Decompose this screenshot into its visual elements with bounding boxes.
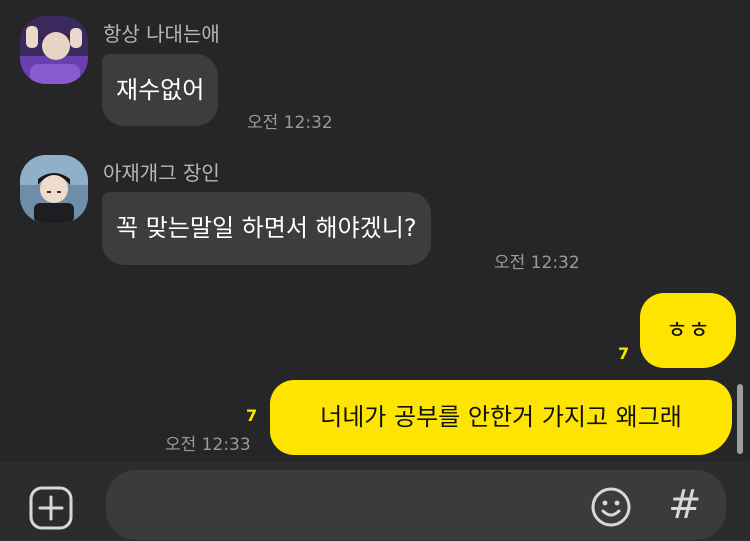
sender-name: 항상 나대는애	[103, 22, 220, 46]
message-bubble[interactable]: 재수없어	[102, 54, 219, 126]
my-message-bubble[interactable]: 너네가 공부를 안한거 가지고 왜그래	[270, 380, 732, 455]
emoji-icon	[591, 487, 631, 527]
profile-photo-icon	[20, 16, 88, 84]
message-bubble[interactable]: 꼭 맞는말일 하면서 해야겠니?	[102, 192, 431, 265]
unread-count: 7	[618, 344, 630, 363]
plus-icon	[29, 486, 73, 530]
avatar[interactable]	[20, 16, 88, 84]
sender-name: 아재개그 장인	[103, 161, 220, 185]
message-time: 오전 12:32	[494, 253, 580, 273]
message-time: 오전 12:32	[247, 113, 333, 133]
my-message-bubble[interactable]: ㅎㅎ	[640, 293, 736, 368]
hashtag-search-button[interactable]: #	[668, 483, 702, 527]
scrollbar[interactable]	[737, 384, 743, 454]
add-attachment-button[interactable]	[29, 486, 73, 530]
unread-count: 7	[246, 406, 258, 425]
profile-photo-icon	[20, 155, 88, 223]
message-input[interactable]	[106, 470, 726, 540]
message-time: 오전 12:33	[165, 435, 251, 455]
chat-area[interactable]: 항상 나대는애 재수없어 오전 12:32 아재개그 장인 꼭 맞는말일 하면서…	[0, 0, 750, 462]
avatar[interactable]	[20, 155, 88, 223]
emoji-button[interactable]	[590, 486, 632, 528]
